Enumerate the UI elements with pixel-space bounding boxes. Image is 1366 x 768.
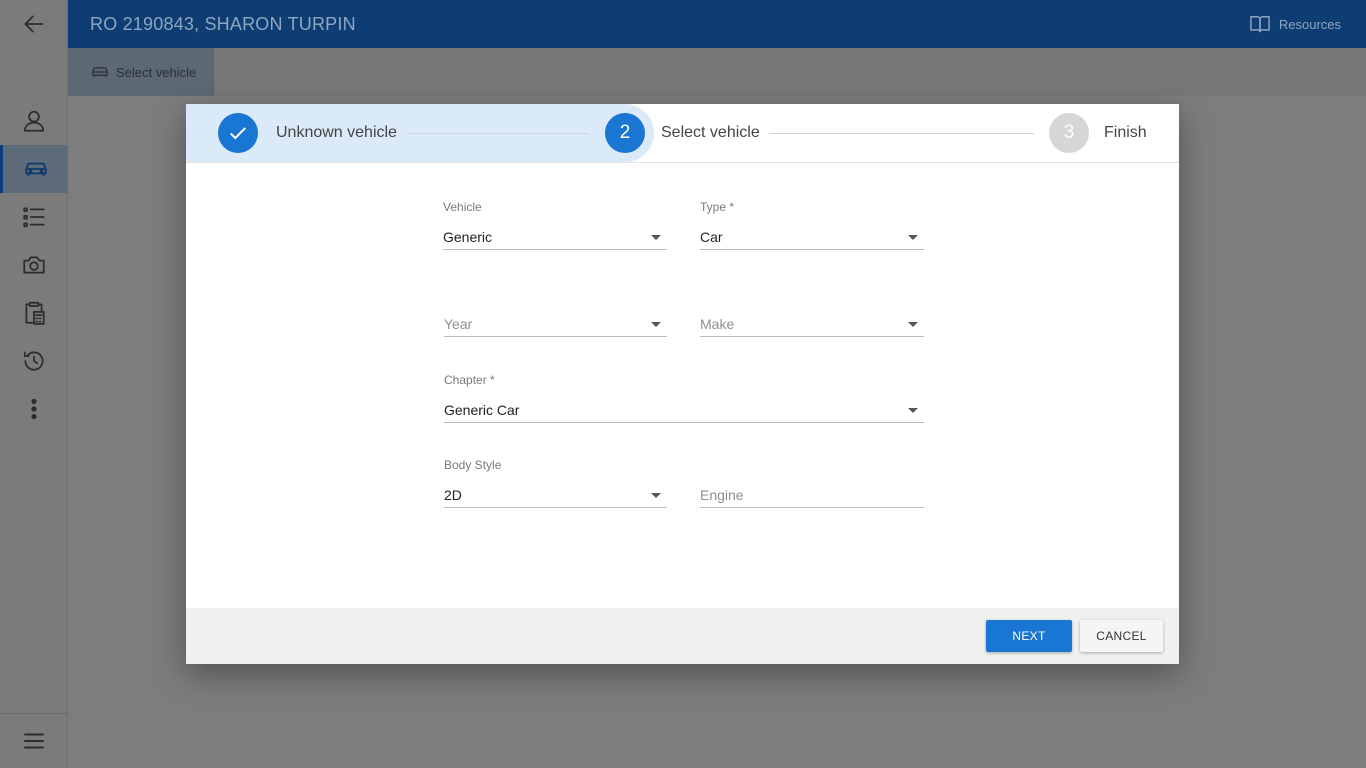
sidebar-item-history[interactable] (0, 337, 68, 385)
step-2-label: Select vehicle (661, 124, 760, 141)
more-options-button[interactable] (0, 385, 68, 433)
next-button[interactable]: NEXT (986, 620, 1072, 652)
year-placeholder: Year (444, 316, 473, 332)
top-header: RO 2190843, SHARON TURPIN Resources (68, 0, 1366, 48)
chapter-value: Generic Car (444, 402, 520, 418)
make-placeholder: Make (700, 316, 735, 332)
sidebar-item-estimate[interactable] (0, 289, 68, 337)
cancel-button[interactable]: CANCEL (1080, 620, 1163, 652)
type-value: Car (700, 229, 723, 245)
body-style-value: 2D (444, 487, 462, 503)
tab-bar: Select vehicle (68, 48, 1366, 96)
chevron-down-icon (651, 322, 661, 327)
tab-select-vehicle[interactable]: Select vehicle (68, 48, 214, 96)
sidebar-item-customer[interactable] (0, 97, 68, 145)
resources-label: Resources (1278, 16, 1341, 32)
stepper: Unknown vehicle 2 Select vehicle 3 Finis… (186, 104, 1179, 163)
sidebar-item-photos[interactable] (0, 241, 68, 289)
type-select[interactable]: Car (700, 226, 924, 250)
chevron-down-icon (908, 235, 918, 240)
book-icon (1250, 16, 1270, 33)
resources-link[interactable]: Resources (1249, 14, 1341, 34)
list-icon (23, 207, 45, 228)
back-button[interactable] (0, 0, 68, 48)
clipboard-calculator-icon (25, 301, 45, 325)
chevron-down-icon (908, 408, 918, 413)
left-sidebar (0, 0, 68, 768)
dialog-footer: NEXT CANCEL (186, 608, 1179, 664)
make-select[interactable]: Make (700, 313, 924, 337)
vehicle-label: Vehicle (443, 200, 482, 214)
chapter-select[interactable]: Generic Car (444, 399, 924, 423)
step-3-number: 3 (1063, 122, 1075, 143)
body-style-select[interactable]: 2D (444, 484, 667, 508)
arrow-left-icon (24, 15, 44, 33)
history-icon (23, 351, 44, 371)
chevron-down-icon (651, 235, 661, 240)
step-1-label: Unknown vehicle (276, 124, 397, 141)
page-title: RO 2190843, SHARON TURPIN (90, 13, 356, 34)
check-icon (229, 127, 247, 140)
step-3-label: Finish (1104, 124, 1147, 141)
vehicle-select[interactable]: Generic (443, 226, 667, 250)
sidebar-item-vehicle[interactable] (0, 145, 68, 193)
vehicle-value: Generic (443, 229, 493, 245)
chevron-down-icon (908, 322, 918, 327)
step-3-circle: 3 (1049, 113, 1089, 153)
person-icon (23, 110, 45, 132)
engine-input[interactable]: Engine (700, 484, 924, 508)
tab-label: Select vehicle (116, 64, 197, 80)
camera-icon (23, 256, 45, 274)
more-vertical-icon (31, 398, 37, 420)
car-icon (92, 67, 108, 77)
car-icon (24, 162, 47, 177)
step-connector-2 (769, 133, 1034, 134)
chevron-down-icon (651, 493, 661, 498)
step-1-circle (218, 113, 258, 153)
step-2-number: 2 (619, 122, 631, 143)
vehicle-form: Vehicle Generic Type * Car Year Make Cha… (186, 163, 1179, 608)
engine-placeholder: Engine (700, 487, 744, 503)
type-label: Type * (700, 200, 735, 214)
hamburger-icon (24, 733, 44, 749)
body-style-label: Body Style (444, 458, 502, 472)
chapter-label: Chapter * (444, 373, 495, 387)
select-vehicle-dialog: Unknown vehicle 2 Select vehicle 3 Finis… (186, 104, 1179, 664)
menu-button[interactable] (0, 713, 68, 768)
step-connector-1 (406, 133, 589, 134)
step-2-circle: 2 (605, 113, 645, 153)
sidebar-item-list[interactable] (0, 193, 68, 241)
year-select[interactable]: Year (444, 313, 667, 337)
